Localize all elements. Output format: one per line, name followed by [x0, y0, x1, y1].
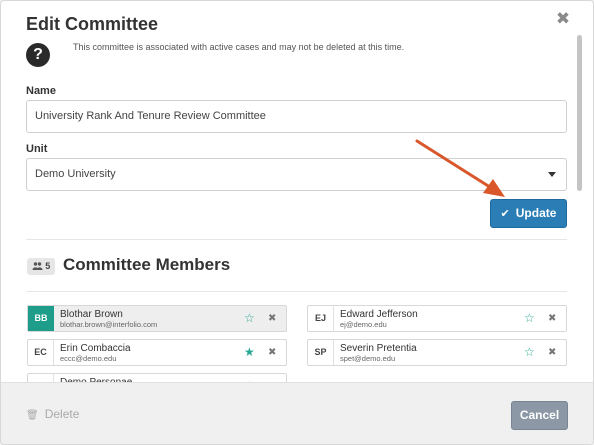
remove-member-icon[interactable]: ✖ — [548, 312, 556, 325]
update-button-label: Update — [515, 206, 557, 220]
remove-member-icon[interactable]: ✖ — [548, 346, 556, 359]
annotation-arrow — [415, 139, 505, 197]
name-label: Name — [26, 85, 56, 97]
member-initials: EC — [28, 340, 54, 365]
delete-notice: This committee is associated with active… — [73, 42, 405, 52]
member-card[interactable]: SP Severin Pretentia spet@demo.edu ☆ ✖ — [307, 339, 567, 366]
member-initials: BB — [28, 306, 54, 331]
trash-icon: 🗑 — [26, 410, 39, 421]
star-filled-icon[interactable]: ★ — [244, 345, 255, 359]
member-name: Blothar Brown — [60, 309, 123, 320]
divider — [26, 239, 567, 240]
star-outline-icon[interactable]: ☆ — [244, 311, 255, 325]
update-button[interactable]: ✔ Update — [490, 199, 567, 228]
dialog-footer: 🗑 Delete Cancel — [1, 382, 593, 444]
question-circle-icon: ? — [26, 43, 50, 67]
unit-label: Unit — [26, 143, 48, 155]
close-icon[interactable]: ✖ — [555, 10, 571, 28]
dialog-title: Edit Committee — [26, 14, 159, 34]
member-card[interactable]: BB Blothar Brown blothar.brown@interfoli… — [27, 305, 287, 332]
member-card[interactable]: EC Erin Combaccia eccc@demo.edu ★ ✖ — [27, 339, 287, 366]
caret-down-icon — [548, 172, 556, 177]
star-outline-icon[interactable]: ☆ — [524, 345, 535, 359]
member-email: blothar.brown@interfolio.com — [60, 320, 158, 329]
member-email: spet@demo.edu — [340, 354, 396, 363]
cancel-button[interactable]: Cancel — [511, 401, 568, 430]
divider — [26, 291, 567, 292]
remove-member-icon[interactable]: ✖ — [268, 312, 276, 325]
users-icon — [32, 262, 43, 270]
delete-button-label: Delete — [44, 407, 80, 421]
member-email: eccc@demo.edu — [60, 354, 117, 363]
member-email: ej@demo.edu — [340, 320, 387, 329]
unit-select-value: Demo University — [35, 168, 116, 180]
check-icon: ✔ — [500, 208, 510, 220]
member-name: Severin Pretentia — [340, 343, 417, 354]
star-outline-icon[interactable]: ☆ — [524, 311, 535, 325]
member-initials: EJ — [308, 306, 334, 331]
member-name: Erin Combaccia — [60, 343, 131, 354]
member-count: 5 — [45, 261, 51, 271]
edit-committee-dialog: Edit Committee ✖ ? This committee is ass… — [0, 0, 594, 445]
remove-member-icon[interactable]: ✖ — [268, 346, 276, 359]
member-count-badge: 5 — [27, 258, 55, 275]
member-name: Edward Jefferson — [340, 309, 418, 320]
delete-button[interactable]: 🗑 Delete — [26, 407, 79, 421]
member-initials: SP — [308, 340, 334, 365]
scrollbar[interactable] — [577, 35, 582, 191]
name-input[interactable]: University Rank And Tenure Review Commit… — [26, 100, 567, 133]
member-card[interactable]: EJ Edward Jefferson ej@demo.edu ☆ ✖ — [307, 305, 567, 332]
section-title: Committee Members — [63, 255, 231, 274]
